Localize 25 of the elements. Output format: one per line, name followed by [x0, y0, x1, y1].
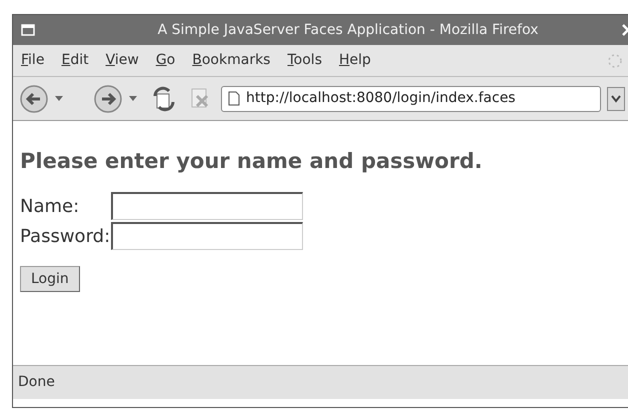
dropdown-arrow-icon[interactable] [129, 96, 137, 102]
window-menu-icon[interactable] [21, 24, 35, 36]
menu-item[interactable]: Tools [287, 50, 322, 71]
url-text: http://localhost:8080/login/index.faces [246, 89, 516, 108]
menu-item[interactable]: Go [156, 50, 176, 71]
status-text: Done [18, 373, 55, 392]
address-field[interactable]: http://localhost:8080/login/index.faces [221, 86, 601, 112]
page-heading: Please enter your name and password. [20, 151, 484, 172]
login-button[interactable]: Login [20, 266, 80, 292]
text-field[interactable] [111, 222, 304, 250]
throbber-icon [607, 52, 623, 68]
field-label: Name: [20, 194, 80, 218]
text-field[interactable] [111, 192, 304, 220]
menu-item[interactable]: File [21, 50, 44, 71]
dropdown-arrow-icon[interactable] [55, 96, 63, 102]
reload-icon[interactable] [151, 86, 177, 112]
field-label: Password: [20, 224, 110, 248]
menu-item[interactable]: Help [339, 50, 371, 71]
menu-item[interactable]: Edit [61, 50, 89, 71]
page-icon [228, 91, 240, 106]
history-dropdown-button[interactable] [607, 86, 625, 110]
window-title: A Simple JavaServer Faces Application - Mozilla Firefox [156, 20, 540, 40]
menu-item[interactable]: Bookmarks [192, 50, 270, 71]
menu-item[interactable]: View [106, 50, 139, 71]
chevron-down-icon [611, 94, 621, 102]
